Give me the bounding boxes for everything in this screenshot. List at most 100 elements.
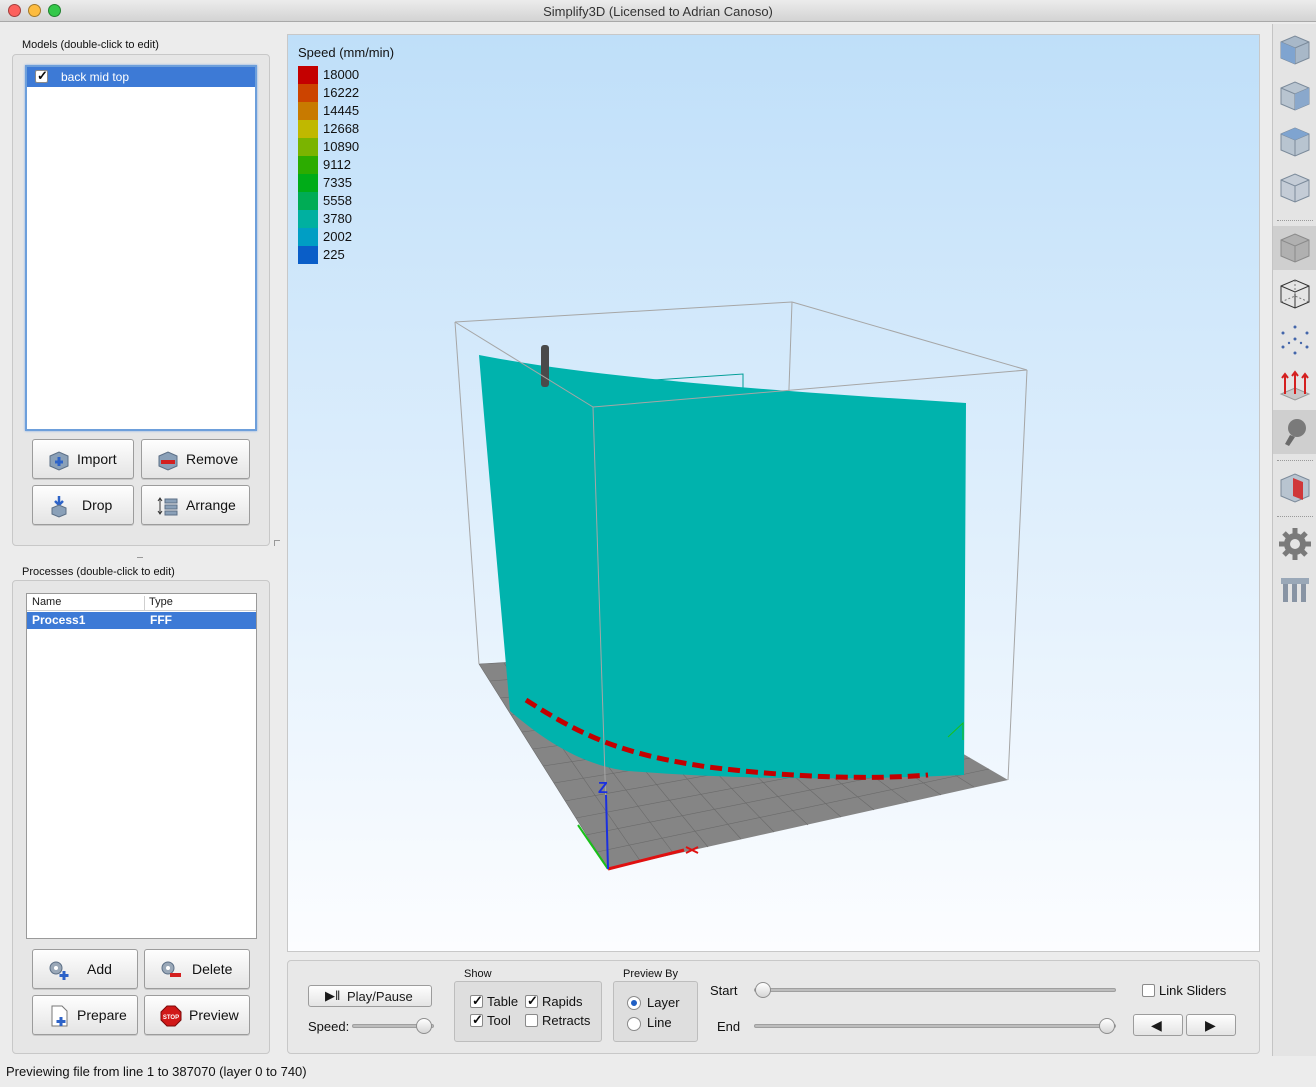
legend-value: 14445: [323, 103, 360, 118]
delete-process-button[interactable]: Delete: [144, 949, 250, 989]
process-type-cell: FFF: [150, 613, 172, 627]
processes-group: Name Type Process1 FFF Add Delete Prepar…: [12, 580, 270, 1054]
preview-by-layer-radio[interactable]: [627, 996, 641, 1010]
back-view-button[interactable]: [1273, 74, 1316, 118]
show-retracts-label: Retracts: [542, 1013, 591, 1028]
legend-entry: 12668: [298, 120, 418, 138]
arrange-label: Arrange: [186, 497, 236, 513]
preview-by-line-radio[interactable]: [627, 1017, 641, 1031]
show-rapids-checkbox[interactable]: ✓: [525, 993, 538, 1008]
drop-button[interactable]: Drop: [32, 485, 134, 525]
play-pause-label: Play/Pause: [347, 989, 413, 1004]
axes-toggle-button[interactable]: [1273, 364, 1316, 408]
left-view-icon: [1280, 127, 1310, 157]
end-layer-slider[interactable]: [754, 1024, 1116, 1028]
show-table-label: Table: [487, 994, 519, 1009]
preview-by-group: Layer Line: [613, 981, 698, 1042]
end-slider-knob[interactable]: [1099, 1018, 1115, 1034]
supports-button[interactable]: [1273, 568, 1316, 612]
delete-gears-icon: [161, 961, 181, 977]
table-row[interactable]: Process1 FFF: [27, 612, 256, 629]
column-header-type[interactable]: Type: [144, 596, 173, 610]
model-visible-checkbox[interactable]: ✓: [35, 68, 48, 83]
show-table-checkbox[interactable]: ✓: [470, 993, 483, 1008]
splitter-handle[interactable]: [137, 557, 143, 561]
legend-entry: 14445: [298, 102, 418, 120]
processes-list[interactable]: Name Type Process1 FFF: [26, 593, 257, 939]
front-view-button[interactable]: [1273, 28, 1316, 72]
preview-button[interactable]: STOP Preview: [144, 995, 250, 1035]
model-list-item[interactable]: ✓ back mid top: [27, 67, 255, 87]
wireframe-mode-button[interactable]: [1273, 272, 1316, 316]
remove-label: Remove: [186, 451, 239, 467]
show-retracts-checkbox[interactable]: [525, 1014, 538, 1027]
drop-label: Drop: [82, 497, 113, 513]
settings-button[interactable]: [1273, 522, 1316, 566]
link-sliders-checkbox[interactable]: [1142, 984, 1155, 997]
front-view-icon: [1280, 35, 1310, 65]
prepare-label: Prepare: [77, 1007, 127, 1023]
right-view-button[interactable]: [1273, 166, 1316, 210]
legend-value: 7335: [323, 175, 352, 190]
legend-swatch: [298, 138, 318, 156]
add-process-button[interactable]: Add: [32, 949, 138, 989]
arrow-right-icon: ▶: [1205, 1017, 1216, 1033]
legend-value: 18000: [323, 67, 360, 82]
wireframe-mode-icon: [1280, 279, 1310, 309]
z-axis-label: Z: [598, 780, 608, 797]
solid-mode-button[interactable]: [1273, 226, 1316, 270]
legend-swatch: [298, 84, 318, 102]
legend-entry: 7335: [298, 174, 418, 192]
tool-nozzle-icon: [541, 345, 549, 387]
lighting-icon: [1285, 419, 1306, 446]
import-button[interactable]: Import: [32, 439, 134, 479]
legend-value: 16222: [323, 85, 360, 100]
arrange-icon: [157, 497, 178, 516]
svg-text:STOP: STOP: [163, 1015, 179, 1021]
settings-gear-icon: [1279, 528, 1311, 560]
add-label: Add: [87, 961, 112, 977]
toolbar-separator: [1277, 460, 1313, 461]
preview-by-line-label: Line: [647, 1015, 672, 1030]
show-tool-checkbox[interactable]: ✓: [470, 1012, 483, 1027]
radio-selected-dot: [631, 1000, 637, 1006]
show-group: ✓ Table ✓ Rapids ✓ Tool Retracts: [454, 981, 602, 1042]
models-section-label: Models (double-click to edit): [22, 39, 159, 51]
add-gears-icon: [49, 961, 69, 980]
legend-entry: 10890: [298, 138, 418, 156]
lighting-button[interactable]: [1273, 410, 1316, 454]
point-mode-button[interactable]: [1273, 318, 1316, 362]
legend-swatch: [298, 66, 318, 84]
legend-value: 5558: [323, 193, 352, 208]
cross-section-button[interactable]: [1273, 466, 1316, 510]
checkmark-icon: ✓: [472, 1012, 483, 1027]
checkmark-icon: ✓: [527, 993, 538, 1008]
processes-table-header: Name Type: [27, 594, 256, 611]
prepare-document-icon: [51, 1005, 68, 1027]
arrange-button[interactable]: Arrange: [141, 485, 250, 525]
legend-entry: 2002: [298, 228, 418, 246]
next-layer-button[interactable]: ▶: [1186, 1014, 1236, 1036]
legend-value: 9112: [323, 157, 351, 172]
supports-icon: [1281, 578, 1309, 602]
preview-by-layer-label: Layer: [647, 995, 680, 1010]
speed-slider-knob[interactable]: [416, 1018, 433, 1034]
legend-entry: 3780: [298, 210, 418, 228]
preview-scene[interactable]: Z: [288, 35, 1259, 951]
play-pause-button[interactable]: ▶‖ Play/Pause: [308, 985, 432, 1007]
previous-layer-button[interactable]: ◀: [1133, 1014, 1183, 1036]
legend-entry: 16222: [298, 84, 418, 102]
models-list[interactable]: ✓ back mid top: [25, 65, 257, 431]
remove-button[interactable]: Remove: [141, 439, 250, 479]
3d-viewport[interactable]: Z Speed (mm/min) 18000 16222 14445 12668 108…: [287, 34, 1260, 952]
resize-grip-icon[interactable]: [274, 540, 280, 546]
start-layer-slider[interactable]: [754, 988, 1116, 992]
legend-swatch: [298, 192, 318, 210]
column-header-name[interactable]: Name: [32, 596, 61, 608]
start-slider-knob[interactable]: [755, 982, 771, 998]
stop-sign-icon: STOP: [160, 1005, 182, 1027]
left-view-button[interactable]: [1273, 120, 1316, 164]
title-bar: Simplify3D (Licensed to Adrian Canoso): [0, 0, 1316, 22]
prepare-button[interactable]: Prepare: [32, 995, 138, 1035]
end-label: End: [717, 1019, 741, 1034]
